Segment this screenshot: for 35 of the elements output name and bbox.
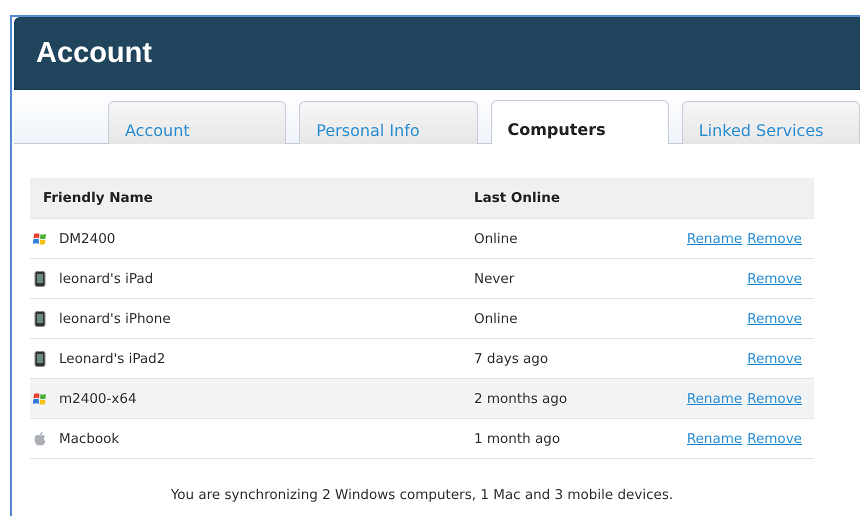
column-header: Last Online	[474, 190, 562, 206]
last-online-cell-text: Online	[474, 230, 519, 246]
action-link[interactable]: Remove	[747, 350, 802, 366]
action-link[interactable]: Rename	[686, 390, 742, 406]
action-link[interactable]: Remove	[747, 390, 802, 406]
page-title: Account	[36, 37, 152, 70]
action-link[interactable]: Remove	[747, 270, 802, 286]
last-online-cell-text: Never	[474, 270, 516, 286]
device-name: Macbook	[59, 430, 120, 446]
last-online-cell-text: Online	[474, 310, 519, 326]
device-name: Leonard's iPad2	[59, 350, 166, 366]
device-name: DM2400	[59, 230, 116, 246]
action-link[interactable]: Remove	[747, 310, 802, 326]
tab[interactable]: Linked Services	[682, 101, 860, 144]
windows-flag-icon	[32, 390, 48, 406]
device-name: leonard's iPad	[59, 270, 154, 286]
tab[interactable]: Computers	[490, 100, 669, 144]
column-header: Friendly Name	[42, 190, 154, 206]
phone-icon	[32, 270, 48, 286]
apple-icon	[32, 430, 48, 446]
device-name: leonard's iPhone	[59, 310, 171, 326]
tab[interactable]: Account	[108, 101, 286, 144]
summary-text: You are synchronizing 2 Windows computers, 1 Mac and 3 mobile devices.	[170, 487, 674, 503]
action-link[interactable]: Rename	[686, 430, 742, 446]
phone-icon	[32, 310, 48, 326]
action-link[interactable]: Rename	[686, 230, 742, 246]
tab[interactable]: Personal Info	[299, 101, 478, 144]
phone-icon	[32, 350, 48, 366]
last-online-cell-text: 2 months ago	[474, 390, 568, 406]
last-online-cell-text: 7 days ago	[474, 350, 550, 366]
last-online-cell-text: 1 month ago	[474, 430, 562, 446]
windows-flag-icon	[32, 230, 48, 246]
device-name: m2400-x64	[59, 390, 137, 406]
action-link[interactable]: Remove	[747, 230, 802, 246]
action-link[interactable]: Remove	[747, 430, 802, 446]
